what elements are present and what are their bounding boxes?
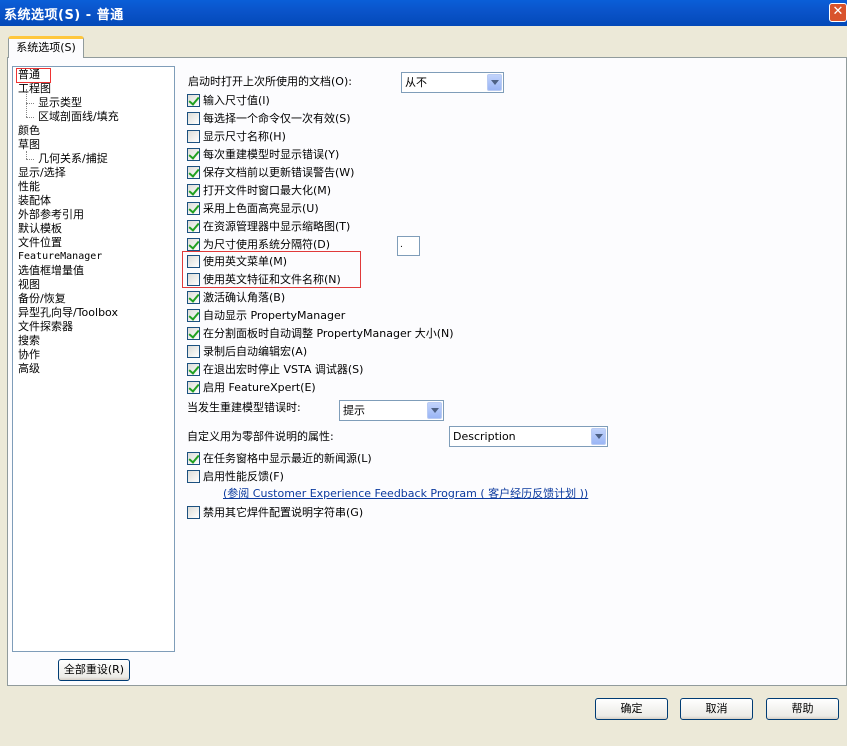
custom-property-value: Description <box>453 430 516 443</box>
checkbox[interactable] <box>187 130 200 143</box>
tree-item-collaboration[interactable]: 协作 <box>18 348 40 362</box>
title-bar: 系统选项(S) - 普通 ✕ <box>0 0 847 26</box>
rebuild-error-value: 提示 <box>343 404 365 417</box>
chevron-down-icon <box>487 74 502 91</box>
tree-item-external-references[interactable]: 外部参考引用 <box>18 208 84 222</box>
checkbox[interactable] <box>187 184 200 197</box>
checkbox[interactable] <box>187 345 200 358</box>
feedback-program-link[interactable]: (参阅 Customer Experience Feedback Program… <box>223 486 588 502</box>
reopen-docs-label: 启动时打开上次所使用的文档(O): <box>188 75 352 88</box>
checkbox[interactable] <box>187 363 200 376</box>
reset-all-button[interactable]: 全部重设(R) <box>58 659 130 681</box>
tree-item-hole-wizard-toolbox[interactable]: 异型孔向导/Toolbox <box>18 306 118 320</box>
tree-item-sketch[interactable]: 草图 <box>18 138 40 152</box>
reopen-docs-value: 从不 <box>405 76 427 89</box>
tree-item-general[interactable]: 普通 <box>18 68 40 82</box>
tree-item-advanced[interactable]: 高级 <box>18 362 40 376</box>
tab-system-options[interactable]: 系统选项(S) <box>8 36 84 58</box>
rebuild-error-label: 当发生重建模型错误时: <box>187 401 301 414</box>
checkbox[interactable] <box>187 148 200 161</box>
tree-item-display-selection[interactable]: 显示/选择 <box>18 166 66 180</box>
custom-property-label: 自定义用为零部件说明的属性: <box>187 430 334 443</box>
checkbox[interactable] <box>187 273 200 286</box>
help-button[interactable]: 帮助 <box>766 698 839 720</box>
checkbox[interactable] <box>187 220 200 233</box>
checkbox[interactable] <box>187 291 200 304</box>
checkbox[interactable] <box>187 327 200 340</box>
cancel-button[interactable]: 取消 <box>680 698 753 720</box>
tree-item-performance[interactable]: 性能 <box>18 180 40 194</box>
reopen-docs-dropdown[interactable]: 从不 <box>401 72 504 93</box>
checkbox[interactable] <box>187 202 200 215</box>
tree-item-file-locations[interactable]: 文件位置 <box>18 236 62 250</box>
tree-item-backup-recover[interactable]: 备份/恢复 <box>18 292 66 306</box>
checkbox[interactable] <box>187 309 200 322</box>
checkbox[interactable] <box>187 381 200 394</box>
tree-item-file-explorer[interactable]: 文件探索器 <box>18 320 73 334</box>
checkbox[interactable] <box>187 112 200 125</box>
tree-item-featuremanager[interactable]: FeatureManager <box>18 250 102 264</box>
checkbox[interactable] <box>187 470 200 483</box>
tree-connector <box>26 117 34 118</box>
rebuild-error-dropdown[interactable]: 提示 <box>339 400 444 421</box>
tree-item-spin-box-increments[interactable]: 选值框增量值 <box>18 264 84 278</box>
tree-item-view[interactable]: 视图 <box>18 278 40 292</box>
window-title: 系统选项(S) - 普通 <box>4 8 124 23</box>
checkbox[interactable] <box>187 452 200 465</box>
close-icon: ✕ <box>832 4 844 19</box>
tree-item-relations-snaps[interactable]: 几何关系/捕捉 <box>38 152 108 166</box>
separator-field[interactable]: . <box>397 236 420 256</box>
custom-property-dropdown[interactable]: Description <box>449 426 608 447</box>
tree-connector <box>26 159 34 160</box>
tree-item-drawings[interactable]: 工程图 <box>18 82 51 96</box>
tree-item-default-templates[interactable]: 默认模板 <box>18 222 62 236</box>
category-tree[interactable]: 普通 工程图 显示类型 区域剖面线/填充 颜色 草图 几何关系/捕捉 显示/选择… <box>12 66 175 652</box>
tree-item-area-hatch[interactable]: 区域剖面线/填充 <box>38 110 119 124</box>
tree-item-colors[interactable]: 颜色 <box>18 124 40 138</box>
chevron-down-icon <box>427 402 442 419</box>
ok-button[interactable]: 确定 <box>595 698 668 720</box>
tree-connector <box>26 103 34 104</box>
tree-item-display-style[interactable]: 显示类型 <box>38 96 82 110</box>
checkbox[interactable] <box>187 506 200 519</box>
checkbox[interactable] <box>187 166 200 179</box>
chevron-down-icon <box>591 428 606 445</box>
tree-item-assemblies[interactable]: 装配体 <box>18 194 51 208</box>
close-button[interactable]: ✕ <box>829 3 847 22</box>
tree-connector <box>26 151 27 159</box>
checkbox[interactable] <box>187 255 200 268</box>
checkbox[interactable] <box>187 94 200 107</box>
checkbox[interactable] <box>187 238 200 251</box>
tree-item-search[interactable]: 搜索 <box>18 334 40 348</box>
